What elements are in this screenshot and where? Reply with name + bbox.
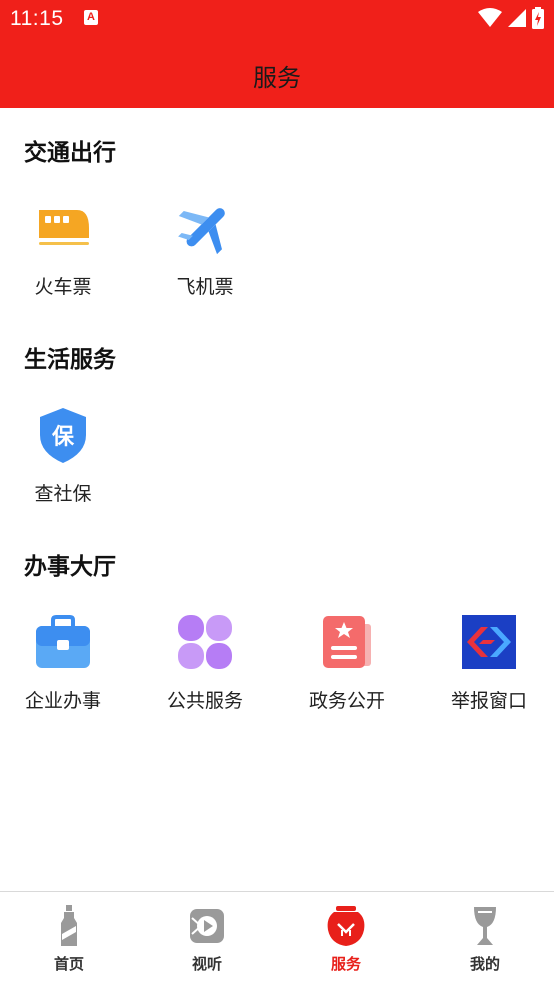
- jar-icon: [327, 906, 365, 946]
- briefcase-icon: [36, 615, 90, 668]
- service-label: 火车票: [34, 276, 92, 298]
- train-icon: [39, 210, 89, 245]
- nav-label: 我的: [469, 955, 500, 973]
- bottom-nav: 首页 视听 服务 我的: [0, 891, 554, 985]
- status-bar: 11:15 A: [0, 0, 554, 36]
- service-enterprise[interactable]: 企业办事: [3, 612, 123, 722]
- wifi-icon: [478, 8, 502, 27]
- page-title: 服务: [253, 64, 301, 92]
- service-label: 举报窗口: [450, 690, 527, 712]
- section-title-life: 生活服务: [24, 347, 116, 373]
- signal-icon: [508, 9, 526, 27]
- service-label: 飞机票: [176, 276, 234, 298]
- shield-text: 保: [51, 425, 75, 450]
- battery-icon: [532, 7, 544, 29]
- service-label: 政务公开: [308, 690, 385, 712]
- nav-services[interactable]: 服务: [277, 892, 415, 985]
- a-notification-icon: A: [84, 10, 98, 25]
- service-train-ticket[interactable]: 火车票: [3, 198, 123, 308]
- play-icon: [190, 909, 224, 943]
- airplane-icon: [178, 208, 225, 255]
- service-public[interactable]: 公共服务: [145, 612, 265, 722]
- service-label: 企业办事: [24, 690, 101, 712]
- nav-label: 视听: [191, 955, 222, 973]
- nav-label: 首页: [53, 955, 84, 973]
- section-title-hall: 办事大厅: [24, 554, 116, 580]
- service-flight-ticket[interactable]: 飞机票: [145, 198, 265, 308]
- bottle-icon: [61, 905, 77, 946]
- report-icon: [462, 615, 516, 669]
- document-icon: [323, 616, 371, 668]
- service-social-security[interactable]: 保 查社保: [3, 405, 123, 515]
- status-icons: [478, 7, 544, 29]
- clover-icon: [178, 615, 232, 669]
- header-bar: 服务: [0, 36, 554, 108]
- service-government[interactable]: 政务公开: [287, 612, 407, 722]
- service-label: 公共服务: [166, 690, 243, 712]
- cup-icon: [474, 907, 496, 945]
- nav-label: 服务: [330, 955, 361, 973]
- nav-media[interactable]: 视听: [138, 892, 276, 985]
- nav-home[interactable]: 首页: [0, 892, 138, 985]
- shield-icon: 保: [40, 408, 86, 463]
- service-report[interactable]: 举报窗口: [429, 612, 549, 722]
- nav-mine[interactable]: 我的: [416, 892, 554, 985]
- section-title-transport: 交通出行: [24, 140, 116, 166]
- service-label: 查社保: [34, 483, 92, 505]
- status-time: 11:15: [10, 7, 64, 30]
